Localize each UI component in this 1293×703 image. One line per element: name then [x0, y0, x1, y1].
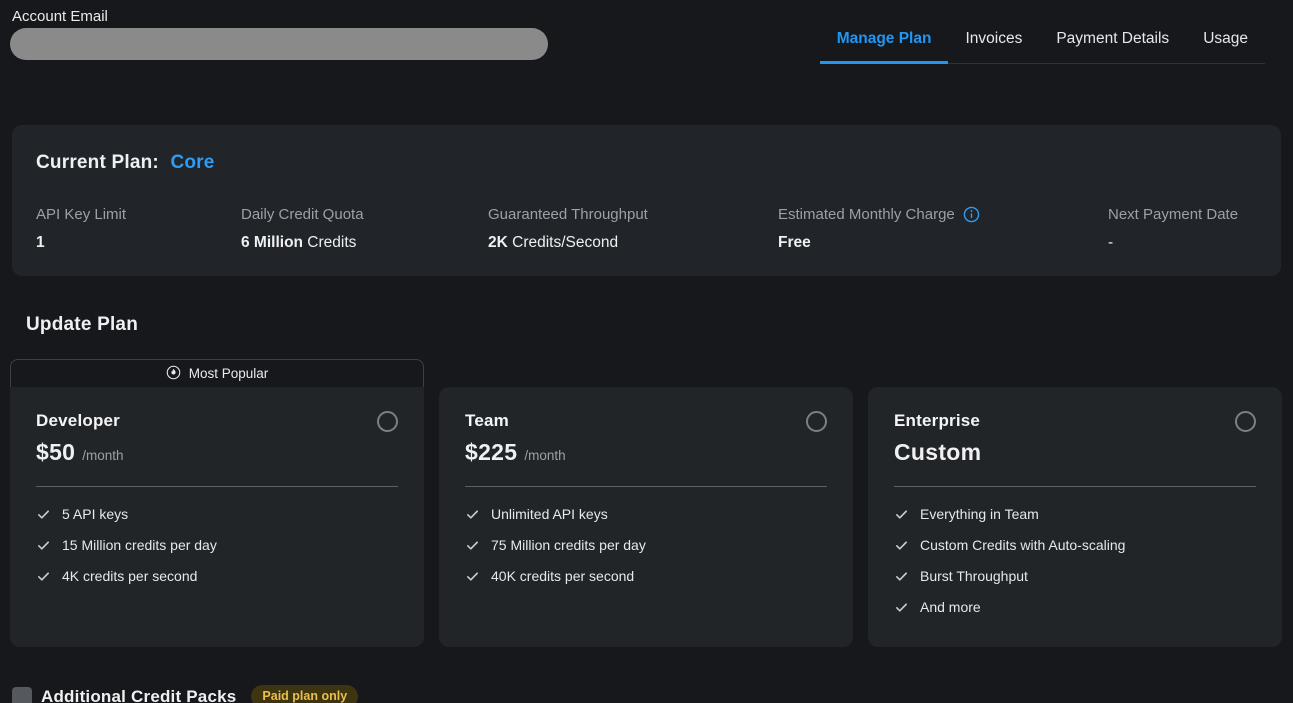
check-icon [894, 507, 909, 522]
plan-radio-developer[interactable] [377, 411, 398, 432]
plan-price: $50 [36, 439, 75, 466]
feature-item: And more [894, 592, 1256, 623]
plan-radio-team[interactable] [806, 411, 827, 432]
check-icon [894, 538, 909, 553]
stat-next-payment-date-label: Next Payment Date [1108, 206, 1238, 223]
stat-daily-credit-quota-label: Daily Credit Quota [241, 206, 364, 223]
check-icon [465, 569, 480, 584]
check-icon [36, 507, 51, 522]
feature-item: 15 Million credits per day [36, 530, 398, 561]
feature-item: Burst Throughput [894, 561, 1256, 592]
stat-daily-credit-quota: Daily Credit Quota 6 Million Credits [241, 206, 488, 252]
current-plan-name: Core [170, 152, 214, 173]
plan-divider [465, 486, 827, 487]
plan-name: Developer [36, 411, 124, 431]
feature-item: Custom Credits with Auto-scaling [894, 530, 1256, 561]
stat-guaranteed-throughput-value: 2K [488, 234, 508, 251]
tab-usage[interactable]: Usage [1186, 18, 1265, 64]
feature-item: Everything in Team [894, 499, 1256, 530]
feature-item: 40K credits per second [465, 561, 827, 592]
check-icon [894, 600, 909, 615]
plan-price: $225 [465, 439, 517, 466]
info-icon[interactable] [963, 206, 980, 223]
stat-api-key-limit-value: 1 [36, 234, 45, 251]
plan-body-enterprise[interactable]: Enterprise Custom Everything in Team Cus… [868, 387, 1282, 647]
current-plan-title-prefix: Current Plan: [36, 152, 159, 173]
plan-features: Unlimited API keys 75 Million credits pe… [465, 499, 827, 592]
stat-api-key-limit-label: API Key Limit [36, 206, 126, 223]
stat-estimated-monthly-charge: Estimated Monthly Charge Free [778, 206, 1108, 252]
stat-estimated-monthly-charge-value: Free [778, 234, 811, 251]
most-popular-label: Most Popular [189, 366, 269, 381]
tab-manage-plan[interactable]: Manage Plan [820, 18, 949, 64]
flame-icon [166, 365, 181, 383]
plan-spacer [868, 359, 1282, 387]
plan-options: Most Popular Developer $50 /month 5 API … [10, 359, 1282, 647]
account-email-input[interactable] [10, 28, 548, 60]
additional-credit-packs-title: Additional Credit Packs [41, 687, 236, 703]
plan-price: Custom [894, 439, 981, 466]
plan-card-enterprise: Enterprise Custom Everything in Team Cus… [868, 359, 1282, 647]
account-email-block: Account Email [10, 8, 548, 60]
stat-guaranteed-throughput: Guaranteed Throughput 2K Credits/Second [488, 206, 778, 252]
check-icon [465, 507, 480, 522]
plan-period: /month [524, 448, 565, 463]
plan-card-team: Team $225 /month Unlimited API keys 75 M… [439, 359, 853, 647]
check-icon [465, 538, 480, 553]
top-bar: Account Email Manage Plan Invoices Payme… [0, 0, 1293, 64]
plan-features: Everything in Team Custom Credits with A… [894, 499, 1256, 623]
plan-name: Team [465, 411, 566, 431]
check-icon [36, 569, 51, 584]
additional-credit-packs-row: Additional Credit Packs Paid plan only [12, 685, 1293, 703]
plan-radio-enterprise[interactable] [1235, 411, 1256, 432]
account-email-label: Account Email [12, 8, 548, 25]
plan-name: Enterprise [894, 411, 981, 431]
most-popular-banner: Most Popular [10, 359, 424, 387]
plan-divider [36, 486, 398, 487]
check-icon [894, 569, 909, 584]
plan-body-developer[interactable]: Developer $50 /month 5 API keys 15 Milli… [10, 387, 424, 647]
stat-guaranteed-throughput-label: Guaranteed Throughput [488, 206, 648, 223]
check-icon [36, 538, 51, 553]
tab-payment-details[interactable]: Payment Details [1039, 18, 1186, 64]
plan-card-developer: Most Popular Developer $50 /month 5 API … [10, 359, 424, 647]
feature-item: Unlimited API keys [465, 499, 827, 530]
plan-spacer [439, 359, 853, 387]
stat-next-payment-date: Next Payment Date - [1108, 206, 1257, 252]
stat-daily-credit-quota-value: 6 Million [241, 234, 303, 251]
plan-period: /month [82, 448, 123, 463]
paid-plan-only-badge: Paid plan only [251, 685, 358, 703]
update-plan-title: Update Plan [26, 314, 1293, 336]
plan-features: 5 API keys 15 Million credits per day 4K… [36, 499, 398, 592]
billing-tabs: Manage Plan Invoices Payment Details Usa… [820, 18, 1265, 64]
additional-credit-packs-checkbox[interactable] [12, 687, 32, 703]
feature-item: 4K credits per second [36, 561, 398, 592]
plan-divider [894, 486, 1256, 487]
stat-next-payment-date-value: - [1108, 234, 1113, 251]
feature-item: 75 Million credits per day [465, 530, 827, 561]
current-plan-stats: API Key Limit 1 Daily Credit Quota 6 Mil… [36, 206, 1257, 252]
stat-estimated-monthly-charge-label: Estimated Monthly Charge [778, 206, 955, 223]
plan-body-team[interactable]: Team $225 /month Unlimited API keys 75 M… [439, 387, 853, 647]
stat-api-key-limit: API Key Limit 1 [36, 206, 241, 252]
current-plan-card: Current Plan: Core API Key Limit 1 Daily… [12, 125, 1281, 276]
current-plan-title: Current Plan: Core [36, 152, 1257, 174]
feature-item: 5 API keys [36, 499, 398, 530]
tab-invoices[interactable]: Invoices [948, 18, 1039, 64]
